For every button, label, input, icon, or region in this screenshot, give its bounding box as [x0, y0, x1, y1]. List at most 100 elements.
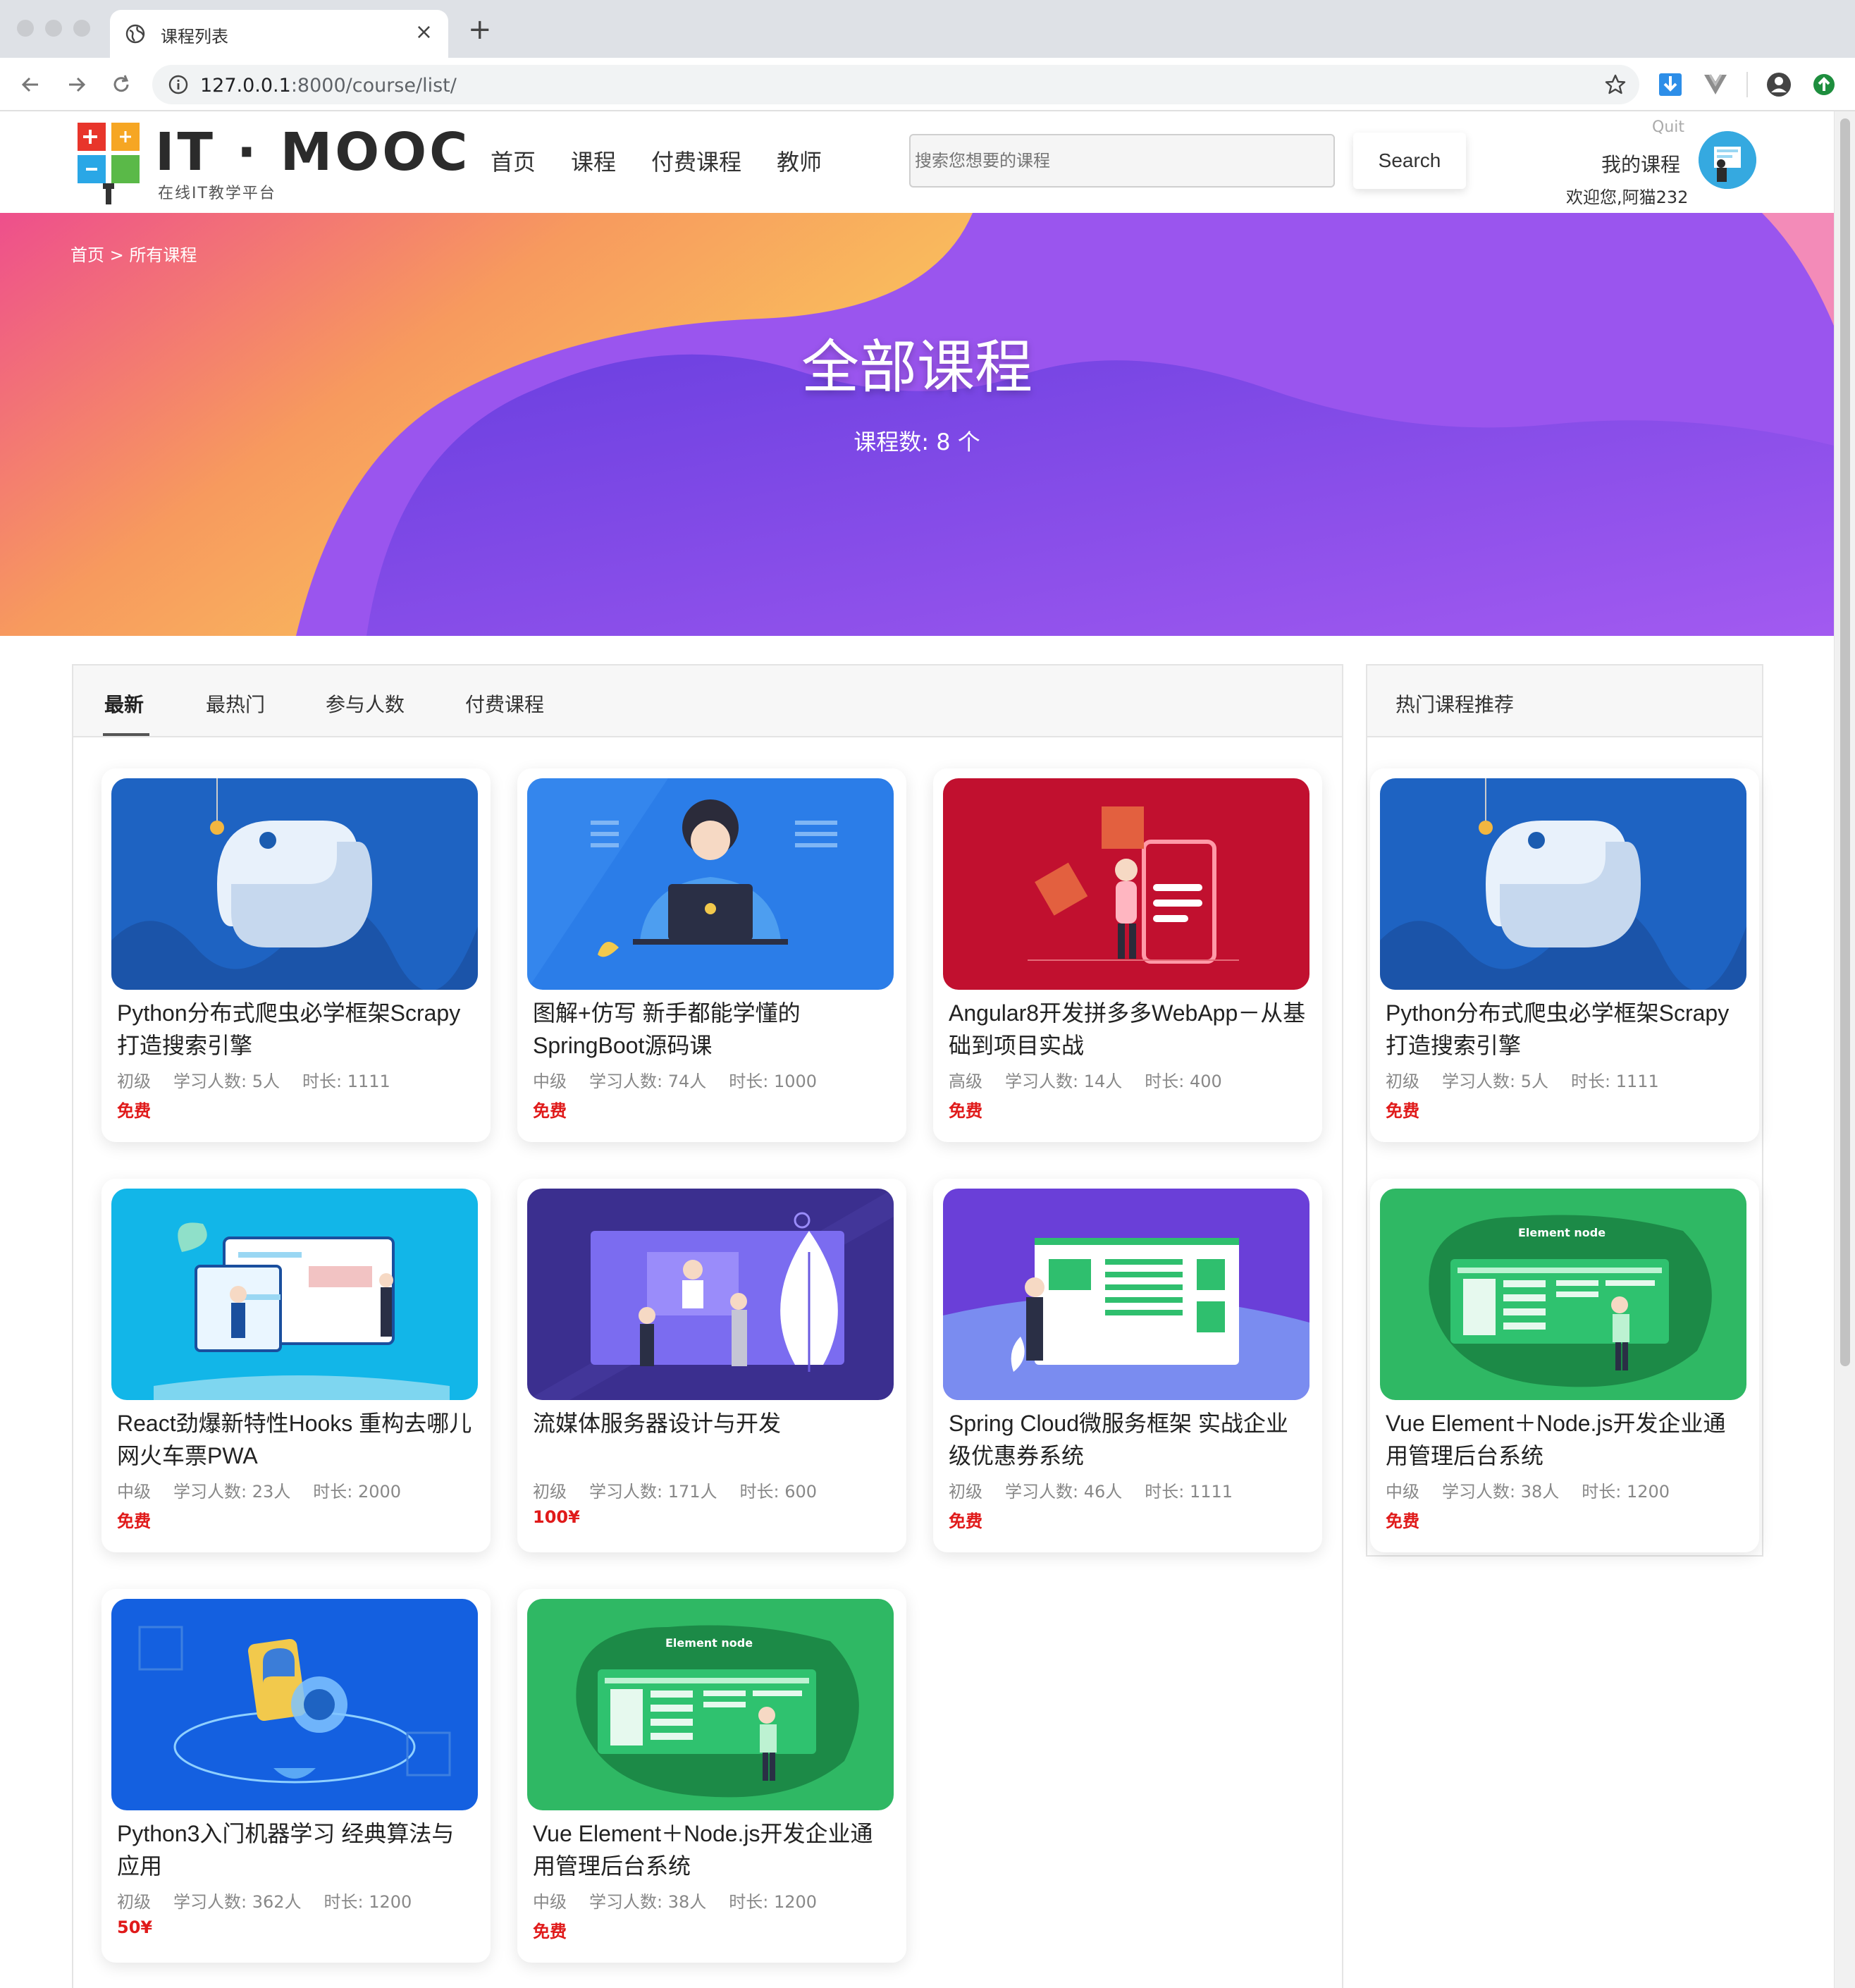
update-arrow-icon[interactable]	[1810, 70, 1838, 99]
logo-icon[interactable]	[76, 120, 147, 204]
hero-banner: 首页 > 所有课程 全部课程 课程数: 8 个	[0, 213, 1834, 636]
course-level: 初级	[117, 1072, 151, 1091]
course-card[interactable]: 流媒体服务器设计与开发 初级 学习人数: 171人 时长: 600 100¥	[517, 1179, 906, 1552]
browser-tab[interactable]: 课程列表 ×	[110, 10, 448, 58]
toolbar-divider	[1746, 72, 1748, 97]
welcome-text: 欢迎您,阿猫232	[1566, 188, 1689, 207]
course-duration: 时长: 1111	[1145, 1482, 1233, 1502]
course-thumbnail[interactable]	[111, 778, 478, 990]
course-thumbnail[interactable]	[111, 1189, 478, 1400]
course-thumbnail[interactable]	[111, 1599, 478, 1810]
course-level: 初级	[533, 1482, 567, 1502]
breadcrumb[interactable]: 首页 > 所有课程	[70, 241, 197, 266]
course-title[interactable]: React劲爆新特性Hooks 重构去哪儿网火车票PWA	[117, 1407, 476, 1472]
download-extension-icon[interactable]	[1656, 70, 1684, 99]
course-search-input[interactable]	[909, 134, 1335, 188]
course-students: 学习人数: 23人	[173, 1482, 291, 1502]
course-cover-art	[527, 778, 894, 990]
tab-participants[interactable]: 参与人数	[326, 689, 405, 718]
course-level: 初级	[949, 1482, 982, 1502]
course-thumbnail[interactable]	[943, 1189, 1309, 1400]
avatar[interactable]	[1699, 131, 1756, 189]
course-card[interactable]: 图解+仿写 新手都能学懂的SpringBoot源码课 中级 学习人数: 74人 时长:…	[517, 768, 906, 1142]
course-thumbnail[interactable]	[943, 778, 1309, 990]
my-courses-link[interactable]: 我的课程	[1601, 149, 1680, 178]
bookmark-star-icon[interactable]	[1604, 73, 1627, 96]
course-title[interactable]: Python分布式爬虫必学框架Scrapy打造搜索引擎	[117, 997, 476, 1062]
course-card[interactable]: Spring Cloud微服务框架 实战企业级优惠券系统 初级 学习人数: 46人 时…	[933, 1179, 1322, 1552]
course-price: 免费	[117, 1511, 151, 1531]
course-meta: 初级 学习人数: 5人 时长: 1111	[117, 1067, 413, 1092]
tab-close-icon[interactable]: ×	[415, 20, 433, 45]
course-meta: 高级 学习人数: 14人 时长: 400	[949, 1067, 1245, 1092]
course-students: 学习人数: 38人	[1442, 1482, 1560, 1502]
tab-latest[interactable]: 最新	[104, 689, 144, 718]
course-card[interactable]: React劲爆新特性Hooks 重构去哪儿网火车票PWA 中级 学习人数: 23人 时…	[101, 1179, 491, 1552]
course-price: 免费	[949, 1101, 982, 1121]
nav-paid-courses[interactable]: 付费课程	[651, 148, 741, 176]
quit-link[interactable]: Quit	[1652, 118, 1684, 136]
course-price: 免费	[1386, 1511, 1419, 1531]
logo-text[interactable]: IT · MOOC	[155, 123, 470, 182]
course-duration: 时长: 1111	[1570, 1072, 1659, 1091]
course-card[interactable]: Python分布式爬虫必学框架Scrapy打造搜索引擎 初级 学习人数: 5人 时长:…	[1370, 768, 1759, 1142]
course-title[interactable]: 图解+仿写 新手都能学懂的SpringBoot源码课	[533, 997, 892, 1062]
reload-icon[interactable]	[106, 69, 137, 100]
course-cover-art	[527, 1189, 894, 1400]
side-panel-header: 热门课程推荐	[1367, 665, 1762, 737]
nav-teachers[interactable]: 教师	[777, 148, 822, 176]
window-close-dot[interactable]	[17, 20, 34, 37]
course-title[interactable]: Python分布式爬虫必学框架Scrapy打造搜索引擎	[1386, 997, 1745, 1062]
globe-icon	[125, 24, 145, 44]
back-arrow-icon[interactable]	[16, 69, 47, 100]
info-icon[interactable]	[168, 74, 189, 95]
forward-arrow-icon[interactable]	[61, 69, 92, 100]
course-thumbnail[interactable]	[1380, 778, 1746, 990]
course-card[interactable]: Python分布式爬虫必学框架Scrapy打造搜索引擎初级 学习人数: 5人 时长:…	[101, 768, 491, 1142]
nav-courses[interactable]: 课程	[571, 148, 616, 176]
course-cover-art	[111, 1599, 478, 1810]
element-node-logo-text: Element node	[1518, 1226, 1606, 1239]
window-minimize-dot[interactable]	[45, 20, 62, 37]
course-title[interactable]: Python3入门机器学习 经典算法与应用	[117, 1817, 476, 1882]
course-thumbnail[interactable]: Element node	[527, 1599, 894, 1810]
course-thumbnail[interactable]	[527, 778, 894, 990]
window-zoom-dot[interactable]	[73, 20, 90, 37]
course-level: 中级	[533, 1072, 567, 1091]
course-title[interactable]: 流媒体服务器设计与开发	[533, 1407, 892, 1440]
course-thumbnail[interactable]	[527, 1189, 894, 1400]
course-students: 学习人数: 14人	[1005, 1072, 1123, 1091]
vue-devtools-icon[interactable]	[1701, 70, 1730, 99]
course-title[interactable]: Vue Element＋Node.js开发企业通用管理后台系统	[1386, 1407, 1745, 1472]
course-title[interactable]: Vue Element＋Node.js开发企业通用管理后台系统	[533, 1817, 892, 1882]
tab-paid[interactable]: 付费课程	[465, 689, 544, 718]
course-card[interactable]: Element node Vue Element＋Node.js开发企业通用管理后…	[1370, 1179, 1759, 1552]
user-avatar-icon	[1699, 131, 1756, 189]
active-tab-indicator	[103, 733, 149, 736]
course-cover-art: Element node	[527, 1599, 894, 1810]
course-title[interactable]: Spring Cloud微服务框架 实战企业级优惠券系统	[949, 1407, 1308, 1472]
new-tab-icon[interactable]: +	[468, 16, 492, 44]
browser-tab-bar: 课程列表 × +	[0, 0, 1855, 58]
hot-courses-panel: 热门课程推荐 Python分布式爬虫必学框架Scrapy打造搜索引擎 初级 学习人数…	[1366, 664, 1763, 1557]
page-scrollbar[interactable]	[1834, 111, 1855, 1988]
course-card[interactable]: Python3入门机器学习 经典算法与应用 初级 学习人数: 362人 时长: 120…	[101, 1589, 491, 1963]
course-price: 100¥	[533, 1507, 580, 1527]
course-card[interactable]: Angular8开发拼多多WebApp－从基础到项目实战高级 学习人数: 14人 时…	[933, 768, 1322, 1142]
course-meta: 中级 学习人数: 23人 时长: 2000	[117, 1478, 424, 1502]
course-card[interactable]: Element node Vue Element＋Node.js开发企业通用管理后…	[517, 1589, 906, 1963]
account-icon[interactable]	[1765, 70, 1793, 99]
address-bar[interactable]: 127.0.0.1:8000/course/list/	[152, 65, 1639, 104]
course-title[interactable]: Angular8开发拼多多WebApp－从基础到项目实战	[949, 997, 1308, 1062]
course-cover-art	[111, 778, 478, 990]
course-cover-art	[943, 778, 1309, 990]
scrollbar-thumb[interactable]	[1840, 118, 1850, 1366]
course-duration: 时长: 1000	[729, 1072, 818, 1091]
course-count: 课程数: 8 个	[853, 429, 980, 455]
course-level: 中级	[533, 1892, 567, 1912]
search-button[interactable]: Search	[1353, 133, 1466, 189]
nav-home[interactable]: 首页	[491, 148, 536, 176]
course-thumbnail[interactable]: Element node	[1380, 1189, 1746, 1400]
tab-hottest[interactable]: 最热门	[206, 689, 265, 718]
course-level: 中级	[1386, 1482, 1419, 1502]
